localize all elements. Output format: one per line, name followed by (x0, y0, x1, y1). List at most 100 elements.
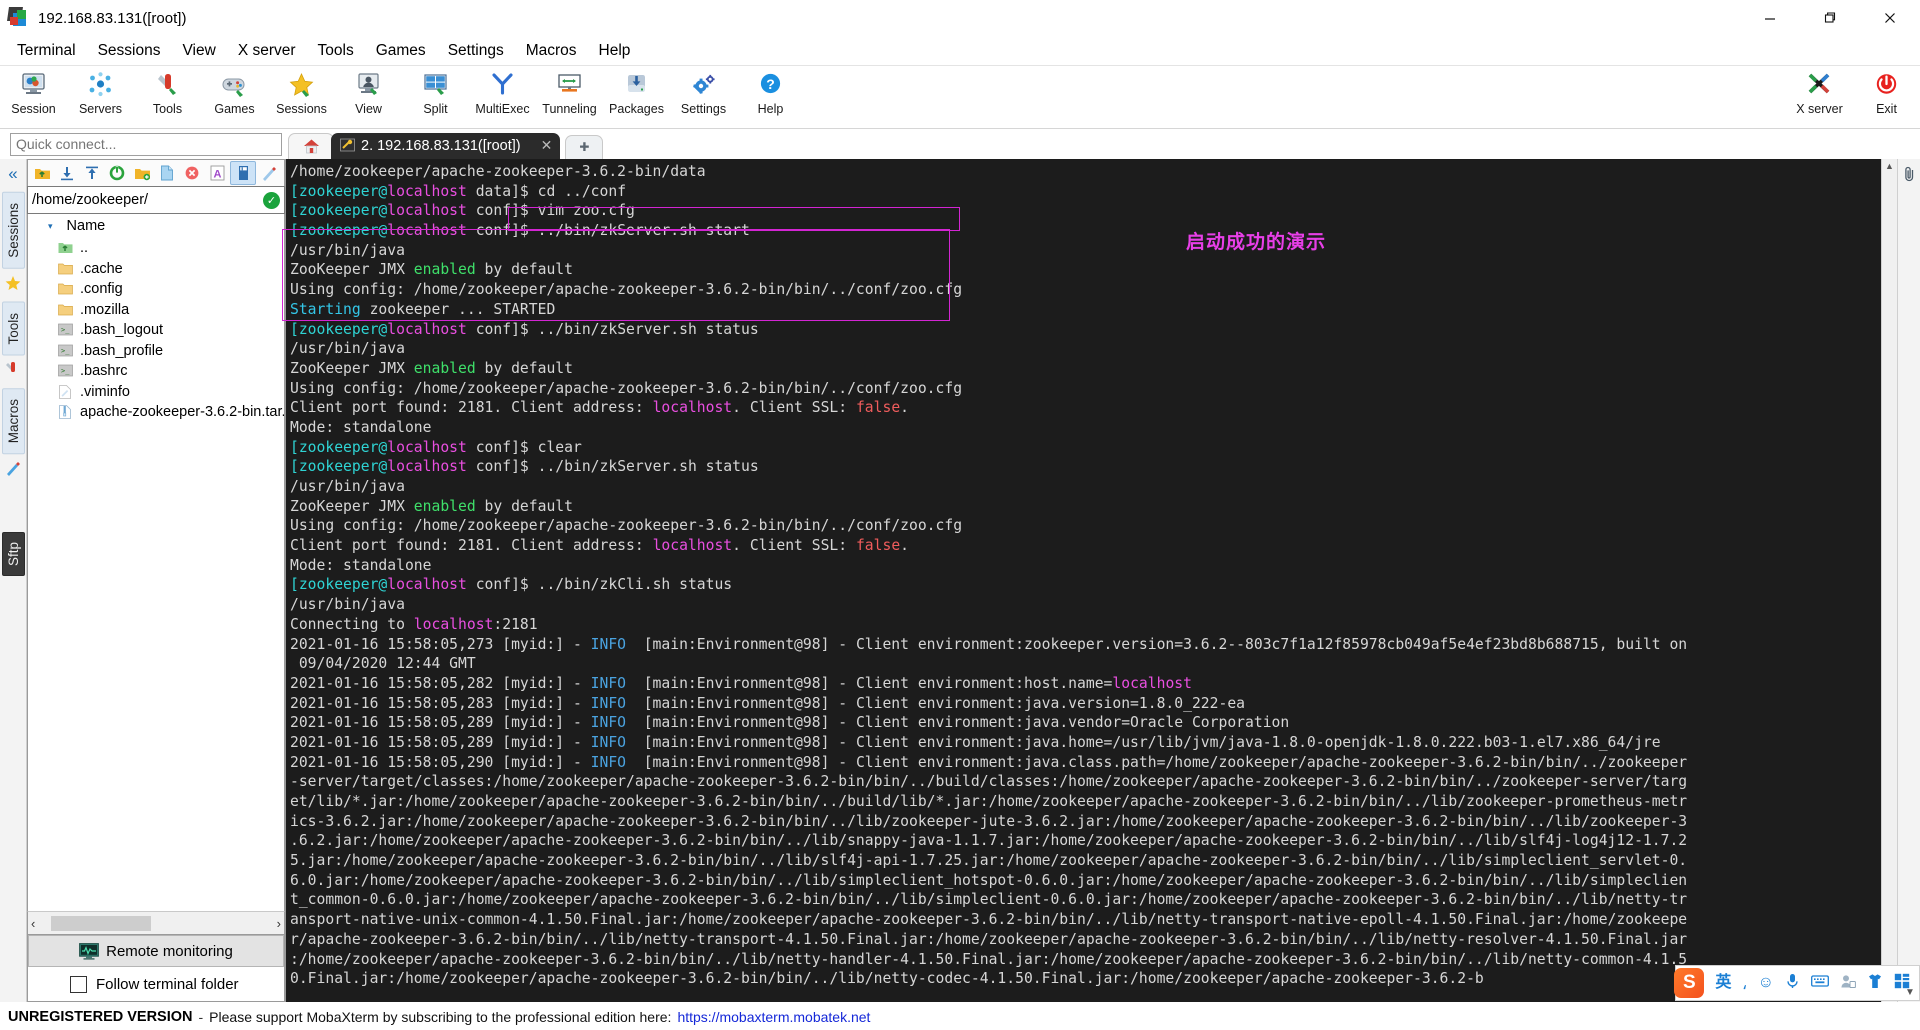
toolbar-tunneling-label: Tunneling (542, 102, 597, 116)
menu-settings[interactable]: Settings (437, 38, 515, 64)
list-item[interactable]: .viminfo (28, 382, 284, 403)
mobaxterm-link[interactable]: https://mobaxterm.mobatek.net (677, 1009, 870, 1025)
mobaxterm-window: 192.168.83.131([root]) Terminal Sessions (0, 0, 1920, 1030)
menu-x-server[interactable]: X server (227, 38, 307, 64)
view-icon (355, 69, 382, 99)
file-browser-path-bar: ✓ (27, 186, 285, 214)
menu-view[interactable]: View (171, 38, 226, 64)
list-item[interactable]: >_ .bashrc (28, 361, 284, 382)
folder-icon (58, 303, 74, 317)
terminal-output[interactable]: /home/zookeeper/apache-zookeeper-3.6.2-b… (286, 159, 1881, 1002)
menu-tools[interactable]: Tools (307, 38, 365, 64)
ime-voice-icon[interactable] (1785, 973, 1800, 993)
up-folder-icon[interactable] (30, 162, 54, 184)
toolbar-xserver[interactable]: X server (1786, 66, 1853, 129)
tab-close-icon[interactable]: ✕ (541, 137, 553, 154)
terminal-line: Using config: /home/zookeeper/apache-zoo… (290, 379, 963, 397)
menu-terminal[interactable]: Terminal (6, 38, 87, 64)
toolbar-games-label: Games (214, 102, 255, 116)
tab-active-session[interactable]: 2. 192.168.83.131([root]) ✕ (331, 132, 561, 159)
toolbar-view[interactable]: View (335, 66, 402, 129)
list-item[interactable]: .. (28, 238, 284, 259)
new-folder-icon[interactable] (130, 162, 154, 184)
follow-terminal-folder-row[interactable]: Follow terminal folder (28, 967, 284, 1001)
close-button[interactable] (1860, 0, 1920, 36)
rail-tab-macros[interactable]: Macros (1, 388, 25, 455)
ime-keyboard-icon[interactable] (1811, 974, 1829, 992)
follow-terminal-icon[interactable] (230, 161, 256, 185)
toolbar-help[interactable]: ? Help (737, 66, 804, 129)
maximize-button[interactable] (1800, 0, 1860, 36)
toolbar-tunneling[interactable]: Tunneling (536, 66, 603, 129)
ime-lang-icon[interactable]: 英 (1715, 975, 1731, 991)
edit-icon[interactable] (257, 162, 281, 184)
quick-connect-input[interactable] (10, 132, 282, 156)
list-item[interactable]: .mozilla (28, 300, 284, 321)
menu-sessions[interactable]: Sessions (87, 38, 172, 64)
ime-emoji-icon[interactable]: ☺ (1758, 975, 1774, 991)
file-list-hscrollbar[interactable]: ‹ › (27, 911, 285, 935)
terminal-line: [zookeeper@localhost data]$ cd ../conf (290, 182, 627, 200)
file-list[interactable]: .. .cache .config .mozilla >_ .bash_logo… (27, 238, 285, 911)
list-item[interactable]: apache-zookeeper-3.6.2-bin.tar.gz (28, 402, 284, 423)
toolbar-tools[interactable]: Tools (134, 66, 201, 129)
scroll-left-icon[interactable]: ‹ (31, 916, 35, 931)
toolbar-multiexec[interactable]: MultiExec (469, 66, 536, 129)
toolbar-exit[interactable]: Exit (1853, 66, 1920, 129)
ime-user-icon[interactable] (1840, 974, 1856, 993)
toolbar-servers[interactable]: Servers (67, 66, 134, 129)
list-item[interactable]: .config (28, 279, 284, 300)
scrollbar-thumb[interactable] (51, 915, 151, 931)
list-item[interactable]: >_ .bash_profile (28, 341, 284, 362)
toolbar-sessions[interactable]: Sessions (268, 66, 335, 129)
download-icon[interactable] (55, 162, 79, 184)
menu-macros[interactable]: Macros (515, 38, 588, 64)
rail-tab-sftp[interactable]: Sftp (1, 531, 25, 576)
follow-terminal-folder-checkbox[interactable] (70, 975, 87, 993)
terminal-line: .6.2.jar:/home/zookeeper/apache-zookeepe… (290, 832, 1688, 850)
scroll-up-icon[interactable]: ▲ (1885, 159, 1894, 173)
text-mode-icon[interactable]: A (205, 162, 229, 184)
toolbar-games[interactable]: Games (201, 66, 268, 129)
terminal-scroll-down-corner-icon[interactable]: ▼ (1902, 984, 1918, 1000)
terminal-line: -server/target/classes:/home/zookeeper/a… (290, 773, 1688, 791)
list-item[interactable]: >_ .bash_logout (28, 320, 284, 341)
file-list-header[interactable]: ▾ Name (27, 214, 285, 238)
unregistered-label: UNREGISTERED VERSION (8, 1008, 193, 1025)
rail-tab-tools[interactable]: Tools (1, 301, 25, 356)
menu-games[interactable]: Games (365, 38, 437, 64)
collapse-sidebar-icon[interactable]: « (8, 165, 17, 182)
terminal-vscrollbar[interactable]: ▲ ▼ (1881, 159, 1897, 1002)
minimize-button[interactable] (1740, 0, 1800, 36)
delete-icon[interactable] (180, 162, 204, 184)
toolbar-settings[interactable]: Settings (670, 66, 737, 129)
refresh-icon[interactable] (105, 162, 129, 184)
upload-icon[interactable] (80, 162, 104, 184)
toolbar-packages[interactable]: Packages (603, 66, 670, 129)
file-browser-path-input[interactable] (32, 192, 263, 208)
sogou-logo-icon[interactable]: S (1674, 968, 1705, 998)
remote-monitoring-button[interactable]: Remote monitoring (28, 935, 284, 967)
attach-icon[interactable] (1902, 166, 1917, 186)
tab-home[interactable] (288, 132, 334, 159)
tab-new-button[interactable]: ✚ (565, 134, 604, 159)
toolbar-multiexec-label: MultiExec (475, 102, 530, 116)
menu-help[interactable]: Help (588, 38, 642, 64)
rail-tab-sessions[interactable]: Sessions (1, 192, 25, 269)
app-logo-icon (7, 7, 30, 29)
toolbar-view-label: View (355, 102, 382, 116)
list-item[interactable]: .cache (28, 259, 284, 280)
scroll-right-icon[interactable]: › (277, 916, 281, 931)
toolbar-tools-label: Tools (152, 102, 183, 116)
terminal-line: r/apache-zookeeper-3.6.2-bin/bin/../lib/… (290, 930, 1688, 948)
toolbar-split[interactable]: Split (402, 66, 469, 129)
ime-punctuation-icon[interactable]: ⸲ (1742, 975, 1746, 991)
star-icon (288, 69, 315, 99)
toolbar-session[interactable]: Session (0, 66, 67, 129)
list-item-label: .cache (80, 260, 123, 277)
right-rail (1897, 159, 1920, 1002)
terminal-line: et/lib/*.jar:/home/zookeeper/apache-zook… (290, 793, 1688, 810)
new-file-icon[interactable] (155, 162, 179, 184)
file-browser-panel: A ✓ (27, 159, 286, 1002)
ime-skin-icon[interactable] (1867, 973, 1883, 993)
